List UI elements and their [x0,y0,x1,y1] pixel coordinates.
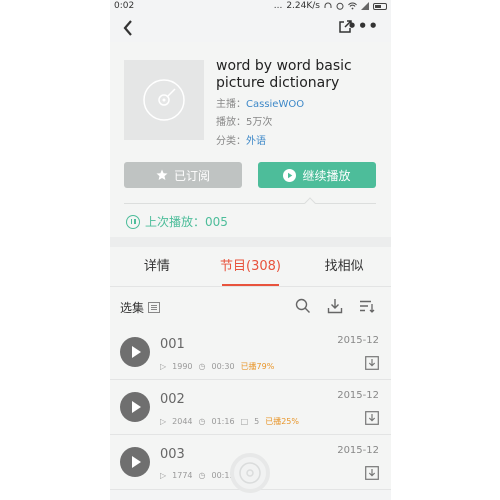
played-percent: 已播79% [240,362,275,371]
episode-stats: ▷ 1990 ◷ 00:30 已播79% [160,361,274,372]
search-icon[interactable] [295,298,311,314]
signal-icon [361,2,369,10]
tab-details[interactable]: 详情 [110,247,204,286]
subscribed-button[interactable]: 已订阅 [124,162,242,188]
comment-icon: □ [240,417,249,426]
alarm-icon [336,2,344,10]
play-count: 1774 [172,471,193,480]
play-count: 1990 [172,362,193,371]
album-category: 分类：外语 [216,132,266,147]
episode-toolbar: 选集 [110,287,391,325]
disc-icon [143,79,185,121]
download-icon[interactable] [365,466,379,480]
album-cover [124,60,204,140]
back-icon[interactable] [122,19,134,37]
album-plays: 播放：5万次 [216,113,272,128]
select-label: 选集 [120,301,145,315]
network-speed: 2.24K/s [286,1,320,11]
duration: 01:16 [211,417,235,426]
play-count: 2044 [172,417,193,426]
headphone-icon [324,2,332,8]
play-button[interactable] [120,447,150,477]
comment-count: 5 [254,417,260,426]
mini-player-button[interactable] [230,453,270,493]
play-circle-icon [283,168,297,182]
play-button[interactable] [120,392,150,422]
list-icon [148,302,161,313]
category-label: 分类： [216,136,246,147]
status-dots: ... [273,1,283,11]
plays-value: 5万次 [246,117,273,128]
status-time: 0:02 [114,1,135,11]
list-item[interactable]: 001 2015-12 ▷ 1990 ◷ 00:30 已播79% [110,325,391,380]
list-item[interactable]: 002 2015-12 ▷ 2044 ◷ 01:16 □ 5 已播25% [110,380,391,435]
played-percent: 已播25% [265,417,299,426]
pointer-caret [304,197,316,209]
star-icon [156,169,168,180]
episode-stats: ▷ 1774 ◷ 00:15 [160,471,235,480]
episode-stats: ▷ 2044 ◷ 01:16 □ 5 已播25% [160,416,299,427]
last-play[interactable]: 上次播放：005 [126,213,228,230]
pause-icon [126,214,140,229]
episode-date: 2015-12 [337,390,379,401]
clock-icon: ◷ [198,471,206,480]
tab-bar: 详情 节目(308) 找相似 [110,247,391,287]
more-icon[interactable]: ••• [347,17,379,35]
download-all-icon[interactable] [327,298,343,314]
continue-play-button[interactable]: 继续播放 [258,162,376,188]
status-bar: 0:02 ... 2.24K/s [110,0,391,13]
album-header: word by word basic picture dictionary 主播… [110,42,391,237]
play-count-icon: ▷ [160,417,167,426]
episode-number: 003 [160,447,185,462]
download-icon[interactable] [365,356,379,370]
episode-number: 001 [160,337,185,352]
plays-label: 播放： [216,117,246,128]
clock-icon: ◷ [198,362,206,371]
status-right: ... 2.24K/s [274,1,387,11]
category-link[interactable]: 外语 [246,136,266,147]
play-button[interactable] [120,337,150,367]
top-nav: ••• [110,14,391,42]
tab-similar[interactable]: 找相似 [297,247,391,286]
download-icon[interactable] [365,411,379,425]
disc-icon [239,462,261,484]
episode-date: 2015-12 [337,445,379,456]
divider [124,203,376,204]
battery-icon [373,2,387,10]
album-title: word by word basic picture dictionary [216,58,352,91]
host-label: 主播： [216,99,246,110]
last-play-text: 上次播放：005 [145,215,228,229]
tab-episodes[interactable]: 节目(308) [204,247,298,286]
episode-date: 2015-12 [337,335,379,346]
clock-icon: ◷ [198,417,206,426]
duration: 00:30 [211,362,235,371]
sort-icon[interactable] [359,298,375,314]
continue-play-label: 继续播放 [302,168,351,183]
play-count-icon: ▷ [160,362,167,371]
section-gap [110,237,391,247]
play-count-icon: ▷ [160,471,167,480]
host-link[interactable]: CassieWOO [246,99,304,110]
wifi-icon [348,2,357,10]
subscribed-label: 已订阅 [173,168,210,183]
episode-number: 002 [160,392,185,407]
album-host: 主播：CassieWOO [216,95,304,110]
select-episodes-button[interactable]: 选集 [120,299,161,316]
phone-screen: 0:02 ... 2.24K/s ••• word by word basic … [110,0,391,500]
